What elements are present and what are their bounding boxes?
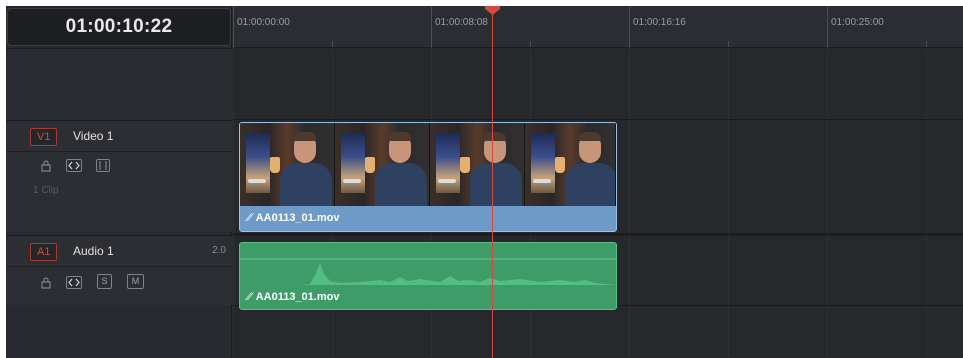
ruler-major-tick (233, 6, 234, 48)
ruler-major-tick (827, 6, 828, 48)
ruler-minor-tick (530, 41, 531, 47)
clip-thumbnails (240, 123, 616, 206)
video-clip-label: ∕⁄ AA0113_01.mov (248, 212, 339, 224)
timeline-window: 01:00:10:22 V1 Video 1 1 Clip A1 Audio 1… (6, 6, 963, 358)
ruler-label: 01:00:00:00 (237, 17, 290, 28)
grid-line (629, 49, 630, 358)
grid-line (926, 49, 927, 358)
link-icon: ∕⁄ (248, 212, 252, 224)
track-header-divider (6, 266, 232, 267)
current-timecode[interactable]: 01:00:10:22 (7, 8, 231, 46)
auto-select-icon[interactable] (66, 159, 82, 172)
ruler-minor-tick (728, 41, 729, 47)
ruler-label: 01:00:16:16 (633, 17, 686, 28)
ruler-major-tick (629, 6, 630, 48)
track-name-audio[interactable]: Audio 1 (73, 244, 114, 258)
track-id-a1[interactable]: A1 (30, 243, 58, 261)
monitor-icon[interactable] (96, 159, 110, 172)
audio-channel-format: 2.0 (212, 245, 226, 256)
playhead-handle[interactable] (485, 6, 500, 15)
ruler-label: 01:00:25:00 (831, 17, 884, 28)
link-icon: ∕⁄ (248, 291, 252, 303)
grid-line (728, 49, 729, 358)
video-clip[interactable]: ∕⁄ AA0113_01.mov (239, 122, 617, 232)
track-id-v1[interactable]: V1 (30, 128, 58, 146)
clip-thumbnail (335, 123, 430, 206)
lock-icon[interactable] (39, 276, 53, 289)
grid-line (233, 49, 234, 358)
mute-button[interactable]: M (127, 274, 144, 289)
audio-clip-name: AA0113_01.mov (255, 291, 340, 303)
video-clip-name: AA0113_01.mov (255, 212, 340, 224)
audio-waveform (240, 258, 616, 285)
audio-clip-label: ∕⁄ AA0113_01.mov (248, 291, 339, 303)
clip-thumbnail (240, 123, 335, 206)
audio-track-header[interactable]: A1 Audio 1 2.0 S M (6, 235, 232, 305)
playhead-line[interactable] (492, 6, 493, 358)
solo-button[interactable]: S (97, 274, 112, 289)
track-name-video[interactable]: Video 1 (73, 129, 113, 143)
audio-clip[interactable]: ∕⁄ AA0113_01.mov (239, 242, 617, 310)
timecode-ruler[interactable]: 01:00:00:00 01:00:08:08 01:00:16:16 01:0… (233, 6, 963, 48)
track-header-column: 01:00:10:22 V1 Video 1 1 Clip A1 Audio 1… (6, 6, 232, 358)
track-header-divider (6, 151, 232, 152)
clip-thumbnail (525, 123, 616, 206)
ruler-minor-tick (926, 41, 927, 47)
auto-select-icon[interactable] (66, 276, 82, 289)
clip-count: 1 Clip (33, 185, 59, 196)
clip-thumbnail (430, 123, 525, 206)
grid-line (827, 49, 828, 358)
ruler-label: 01:00:08:08 (435, 17, 488, 28)
video-track-header[interactable]: V1 Video 1 1 Clip (6, 120, 232, 232)
track-separator (233, 119, 963, 120)
empty-track-header-area (6, 48, 232, 120)
ruler-major-tick (431, 6, 432, 48)
track-separator (233, 233, 963, 236)
timeline-track-area[interactable]: ∕⁄ AA0113_01.mov ∕⁄ AA0113_01.mov (233, 49, 963, 358)
ruler-minor-tick (332, 41, 333, 47)
lock-icon[interactable] (39, 159, 53, 172)
